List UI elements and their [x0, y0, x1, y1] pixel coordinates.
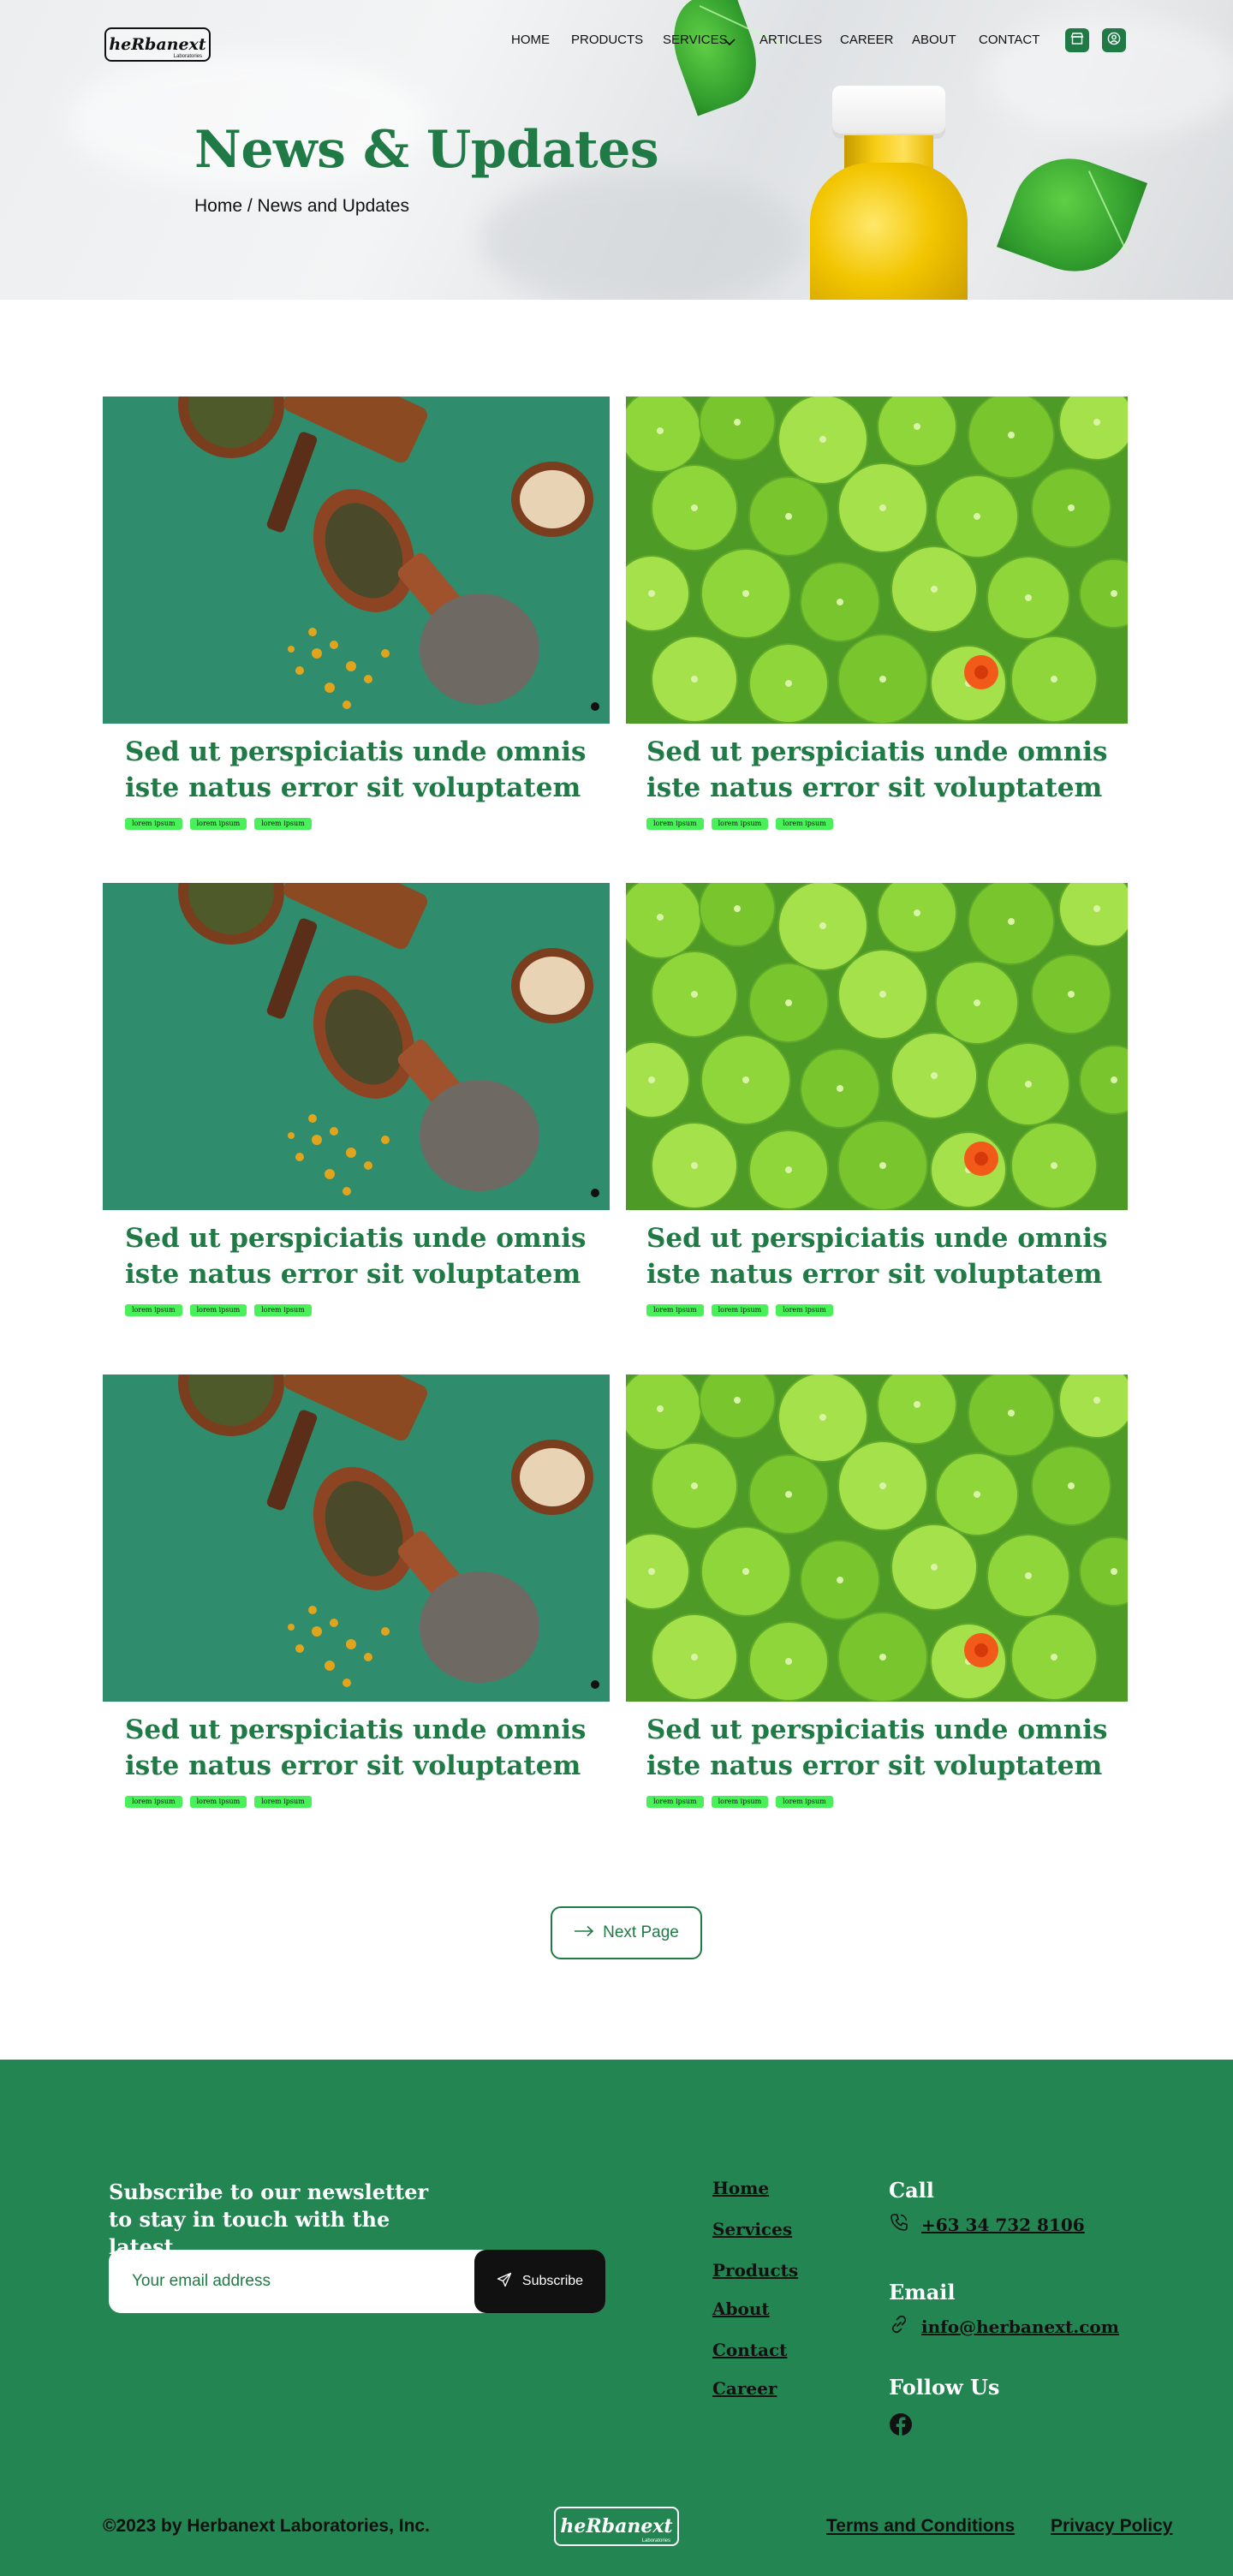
nav-products[interactable]: PRODUCTS: [571, 33, 643, 47]
nav-about[interactable]: ABOUT: [912, 33, 956, 47]
tag-badge[interactable]: lorem ipsum: [776, 818, 833, 830]
leaves-photo[interactable]: [626, 397, 1128, 724]
article-title[interactable]: Sed ut perspiciatis unde omnis iste natu…: [646, 734, 1126, 806]
mint-leaf-image: [659, 0, 771, 116]
article-tags: lorem ipsum lorem ipsum lorem ipsum: [125, 818, 312, 830]
tag-badge[interactable]: lorem ipsum: [125, 1304, 182, 1316]
article-title[interactable]: Sed ut perspiciatis unde omnis iste natu…: [646, 1220, 1126, 1292]
tag-badge[interactable]: lorem ipsum: [776, 1304, 833, 1316]
leaves-photo[interactable]: [626, 1374, 1128, 1702]
tag-badge[interactable]: lorem ipsum: [776, 1796, 833, 1808]
brand-logo[interactable]: heRbanext Laboratories: [104, 27, 211, 62]
terms-link[interactable]: Terms and Conditions: [826, 2516, 1015, 2537]
brand-logo-sub: Laboratories: [173, 54, 202, 59]
tag-badge[interactable]: lorem ipsum: [646, 1796, 704, 1808]
newsletter-title: Subscribe to our newsletter to stay in t…: [109, 2179, 429, 2259]
nav-career[interactable]: CAREER: [840, 33, 894, 47]
tag-badge[interactable]: lorem ipsum: [646, 818, 704, 830]
store-button[interactable]: [1065, 28, 1089, 52]
tag-badge[interactable]: lorem ipsum: [711, 818, 769, 830]
article-tags: lorem ipsum lorem ipsum lorem ipsum: [125, 1304, 312, 1316]
tag-badge[interactable]: lorem ipsum: [254, 1304, 312, 1316]
tag-badge[interactable]: lorem ipsum: [646, 1304, 704, 1316]
footer-logo-text: heRbanext: [560, 2515, 673, 2537]
subscribe-button[interactable]: Subscribe: [474, 2250, 605, 2313]
page-title: News & Updates: [194, 120, 659, 180]
breadcrumb[interactable]: Home / News and Updates: [194, 196, 409, 217]
footer-link-career[interactable]: Career: [712, 2378, 777, 2399]
article-title[interactable]: Sed ut perspiciatis unde omnis iste natu…: [125, 734, 605, 806]
oil-bottle-image: [805, 86, 973, 300]
herbs-photo[interactable]: [103, 1374, 610, 1702]
leaves-photo[interactable]: [626, 883, 1128, 1210]
article-tags: lorem ipsum lorem ipsum lorem ipsum: [125, 1796, 312, 1808]
footer: Subscribe to our newsletter to stay in t…: [0, 2060, 1233, 2576]
footer-link-home[interactable]: Home: [712, 2178, 769, 2198]
brand-logo-text: heRbanext: [109, 35, 206, 54]
next-page-label: Next Page: [603, 1923, 679, 1941]
subscribe-label: Subscribe: [521, 2274, 584, 2288]
user-icon: [1107, 32, 1121, 50]
call-title: Call: [889, 2178, 934, 2203]
hero-banner: heRbanext Laboratories HOME PRODUCTS SER…: [0, 0, 1233, 300]
phone-link[interactable]: +63 34 732 8106: [889, 2212, 1085, 2237]
phone-number: +63 34 732 8106: [921, 2214, 1085, 2235]
nav-home[interactable]: HOME: [511, 33, 550, 47]
article-tags: lorem ipsum lorem ipsum lorem ipsum: [646, 1304, 833, 1316]
marble-texture: [480, 171, 805, 300]
follow-title: Follow Us: [889, 2375, 1000, 2400]
facebook-icon[interactable]: [889, 2412, 913, 2441]
account-button[interactable]: [1102, 28, 1126, 52]
footer-logo[interactable]: heRbanext Laboratories: [554, 2507, 679, 2546]
footer-link-about[interactable]: About: [712, 2299, 770, 2319]
footer-link-contact[interactable]: Contact: [712, 2340, 787, 2360]
copyright-text: ©2023 by Herbanext Laboratories, Inc.: [103, 2516, 430, 2536]
tag-badge[interactable]: lorem ipsum: [189, 1304, 247, 1316]
tag-badge[interactable]: lorem ipsum: [254, 1796, 312, 1808]
herbs-photo[interactable]: [103, 883, 610, 1210]
tag-badge[interactable]: lorem ipsum: [189, 818, 247, 830]
tag-badge[interactable]: lorem ipsum: [711, 1796, 769, 1808]
article-tags: lorem ipsum lorem ipsum lorem ipsum: [646, 818, 833, 830]
privacy-link[interactable]: Privacy Policy: [1051, 2516, 1172, 2537]
tag-badge[interactable]: lorem ipsum: [254, 818, 312, 830]
footer-link-services[interactable]: Services: [712, 2219, 792, 2239]
email-address: info@herbanext.com: [921, 2316, 1119, 2337]
newsletter-form: Subscribe: [109, 2250, 605, 2313]
email-title: Email: [889, 2280, 956, 2305]
footer-link-products[interactable]: Products: [712, 2260, 798, 2281]
footer-logo-sub: Laboratories: [641, 2538, 670, 2543]
tag-badge[interactable]: lorem ipsum: [125, 1796, 182, 1808]
herbs-photo[interactable]: [103, 397, 610, 724]
send-icon: [497, 2272, 512, 2292]
mint-leaf-image: [996, 141, 1148, 289]
nav-services[interactable]: SERVICES: [663, 33, 728, 47]
nav-contact[interactable]: CONTACT: [979, 33, 1039, 47]
article-title[interactable]: Sed ut perspiciatis unde omnis iste natu…: [646, 1712, 1126, 1784]
email-link[interactable]: info@herbanext.com: [889, 2314, 1119, 2339]
store-icon: [1070, 32, 1084, 50]
next-page-button[interactable]: Next Page: [551, 1906, 702, 1959]
article-title[interactable]: Sed ut perspiciatis unde omnis iste natu…: [125, 1712, 605, 1784]
article-tags: lorem ipsum lorem ipsum lorem ipsum: [646, 1796, 833, 1808]
arrow-right-icon: [574, 1923, 594, 1942]
tag-badge[interactable]: lorem ipsum: [125, 818, 182, 830]
tag-badge[interactable]: lorem ipsum: [189, 1796, 247, 1808]
link-icon: [889, 2314, 909, 2339]
tag-badge[interactable]: lorem ipsum: [711, 1304, 769, 1316]
phone-icon: [889, 2212, 909, 2237]
nav-articles[interactable]: ARTICLES: [759, 33, 822, 47]
article-title[interactable]: Sed ut perspiciatis unde omnis iste natu…: [125, 1220, 605, 1292]
chevron-down-icon[interactable]: [724, 35, 736, 51]
email-field[interactable]: [109, 2250, 477, 2313]
